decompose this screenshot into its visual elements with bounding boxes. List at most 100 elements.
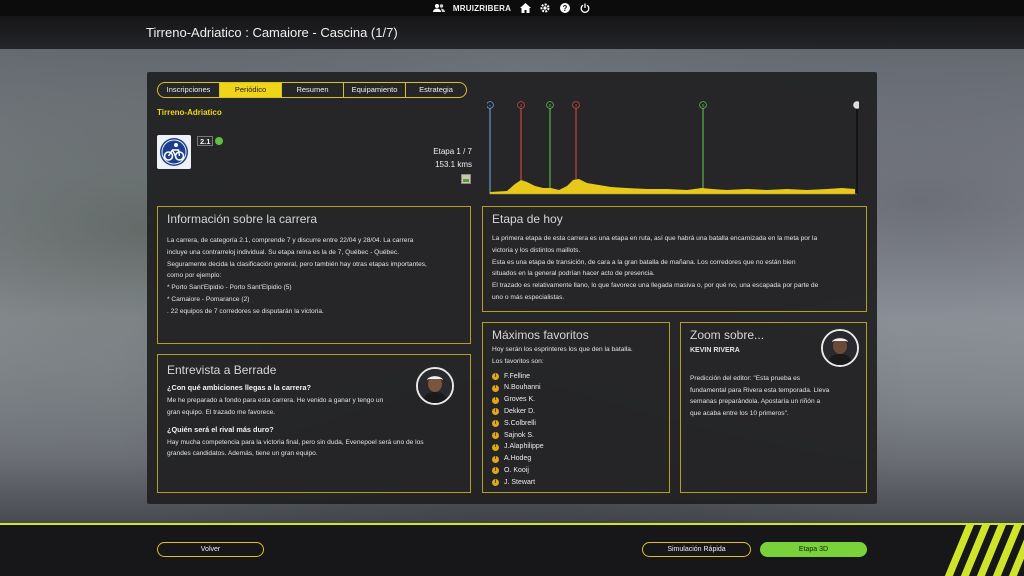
today-stage-line: La primera etapa de esta carrera es una … xyxy=(492,235,818,242)
info-icon[interactable]: i xyxy=(492,432,499,439)
favorite-rider-name: Sajnok S. xyxy=(504,431,534,439)
avatar xyxy=(821,329,859,367)
power-icon[interactable] xyxy=(579,2,591,14)
page-title: Tirreno-Adriatico : Camaiore - Cascina (… xyxy=(146,25,398,40)
favorites-panel: Máximos favoritos Hoy serán los esprinte… xyxy=(482,322,670,493)
favorites-title: Máximos favoritos xyxy=(492,328,589,342)
profile-marker-sprint[interactable]: S xyxy=(546,101,554,194)
interview-answer-line: gran equipo. El trazado me favorece. xyxy=(167,408,276,416)
today-stage-line: situados en la general podrían hacer act… xyxy=(492,270,655,278)
favorite-rider-item[interactable]: i F.Felline xyxy=(492,371,660,383)
top-bar: MRUIZRIBERA ? xyxy=(0,0,1024,16)
zoom-text-line: semanas preparándola. Apostaría un riñón… xyxy=(690,398,821,406)
users-icon[interactable] xyxy=(432,2,445,14)
race-info-panel: Información sobre la carrera La carrera,… xyxy=(157,206,471,344)
category-status-icon xyxy=(215,137,224,145)
tab-inscripciones[interactable]: Inscripciones xyxy=(158,83,220,97)
race-info-line: . 22 equipos de 7 corredores se disputar… xyxy=(167,307,324,315)
interview-question: ¿Quién será el rival más duro? xyxy=(167,424,274,434)
favorite-rider-name: N.Bouhanni xyxy=(504,384,541,392)
favorite-rider-name: J.Alaphilippe xyxy=(504,443,544,451)
favorite-rider-name: O. Kooij xyxy=(504,466,529,474)
info-icon[interactable]: i xyxy=(492,467,499,475)
profile-marker-finish[interactable] xyxy=(853,101,859,194)
favorite-rider-name: F.Felline xyxy=(504,372,531,380)
zoom-text-line: Predicción del editor: "Esta prueba es xyxy=(690,374,801,382)
info-icon[interactable]: i xyxy=(492,420,499,428)
zoom-text-line: fundamental para Rivera esta temporada. … xyxy=(690,386,830,394)
tab-equipamiento[interactable]: Equipamiento xyxy=(344,83,406,97)
tab-bar: Inscripciones Periódico Resumen Equipami… xyxy=(157,82,467,98)
footer-bar: Volver Simulación Rápida Etapa 3D xyxy=(0,523,1024,576)
zoom-text-line: que acaba entre los 10 primeros". xyxy=(690,410,789,418)
favorites-intro-line: Hoy serán los esprinteres los que den la… xyxy=(492,346,633,353)
interview-answer-line: grandes candidatos. Además, tiene un gra… xyxy=(167,450,318,458)
profile-marker-start[interactable]: » xyxy=(487,101,494,194)
stage-distance: 153.1 kms xyxy=(435,160,472,169)
race-info-line: Seguramente decida la clasificación gene… xyxy=(167,260,427,268)
favorite-rider-item[interactable]: i Dekker D. xyxy=(492,406,660,418)
favorite-rider-name: Dekker D. xyxy=(504,407,536,415)
stage-info: Etapa 1 / 7 153.1 kms xyxy=(407,145,472,171)
home-icon[interactable] xyxy=(519,2,531,14)
category-number: 2.1 xyxy=(197,136,214,146)
cycling-logo-icon xyxy=(160,138,188,166)
race-info-line: como por ejemplo: xyxy=(167,272,222,280)
tab-periodico[interactable]: Periódico xyxy=(220,83,282,97)
favorite-rider-item[interactable]: i J.Alaphilippe xyxy=(492,441,660,453)
race-info-line: La carrera, de categoría 2.1, comprende … xyxy=(167,237,414,244)
race-logo xyxy=(157,135,191,169)
tab-resumen[interactable]: Resumen xyxy=(282,83,344,97)
help-icon[interactable]: ? xyxy=(559,2,571,14)
interview-answer-line: Me he preparado a fondo para esta carrer… xyxy=(167,397,384,404)
info-icon[interactable]: i xyxy=(492,479,499,487)
info-icon[interactable]: i xyxy=(492,396,499,404)
avatar xyxy=(416,367,454,405)
race-info-line: * Camaiore - Pomarance (2) xyxy=(167,295,250,303)
stage-3d-button[interactable]: Etapa 3D xyxy=(760,542,867,557)
quick-sim-button[interactable]: Simulación Rápida xyxy=(642,542,751,557)
favorite-rider-name: Groves K. xyxy=(504,396,536,404)
favorites-intro-line: Los favoritos son: xyxy=(492,357,544,365)
favorite-rider-name: S.Colbrelli xyxy=(504,419,536,427)
elevation-profile xyxy=(490,179,855,194)
favorite-rider-item[interactable]: i O. Kooij xyxy=(492,465,660,477)
profile-marker-symbol: S xyxy=(701,103,704,108)
zoom-panel: Zoom sobre... KEVIN RIVERA Predicción de… xyxy=(680,322,867,493)
back-button[interactable]: Volver xyxy=(157,542,264,557)
gear-icon[interactable] xyxy=(539,2,551,14)
favorite-rider-item[interactable]: i A.Hodeg xyxy=(492,453,660,465)
favorite-rider-name: A.Hodeg xyxy=(504,455,532,463)
main-panel: Inscripciones Periódico Resumen Equipami… xyxy=(147,72,877,504)
favorite-rider-name: J. Stewart xyxy=(504,478,536,486)
username[interactable]: MRUIZRIBERA xyxy=(453,4,511,13)
interview-answer-line: Hay mucha competencia para la victoria f… xyxy=(167,438,424,446)
favorite-rider-item[interactable]: i J. Stewart xyxy=(492,477,660,489)
race-info-line: * Porto Sant'Elpidio - Porto Sant'Elpidi… xyxy=(167,284,292,292)
profile-marker-sprint[interactable]: S xyxy=(699,101,707,194)
profile-marker-symbol: S xyxy=(548,103,551,108)
stage-profile-chart: » 3 S 3 S xyxy=(487,101,859,195)
info-icon[interactable]: i xyxy=(492,443,499,451)
favorite-rider-item[interactable]: i S.Colbrelli xyxy=(492,418,660,430)
terrain-flag-icon xyxy=(461,174,471,184)
today-stage-line: uno o más especialistas. xyxy=(492,293,565,301)
info-icon[interactable]: i xyxy=(492,408,499,416)
category-badge: 2.1 xyxy=(197,136,229,146)
race-name: Tirreno-Adriatico xyxy=(157,108,222,117)
today-stage-line: Esta es una etapa de transición, de cara… xyxy=(492,258,796,266)
today-stage-line: El trazado es relativamente llano, lo qu… xyxy=(492,282,819,290)
svg-text:?: ? xyxy=(563,4,568,13)
stage-number: Etapa 1 / 7 xyxy=(433,147,472,156)
favorite-rider-item[interactable]: i Groves K. xyxy=(492,394,660,406)
decorative-stripes xyxy=(944,525,1024,576)
favorite-rider-item[interactable]: i N.Bouhanni xyxy=(492,382,660,394)
tab-estrategia[interactable]: Estrategia xyxy=(406,83,466,97)
info-icon[interactable]: i xyxy=(492,455,499,463)
race-info-title: Información sobre la carrera xyxy=(167,212,318,226)
info-icon[interactable]: i xyxy=(492,373,499,380)
interview-panel: Entrevista a Berrade ¿Con qué ambiciones… xyxy=(157,354,471,493)
favorite-rider-item[interactable]: i Sajnok S. xyxy=(492,430,660,442)
rider-portrait-icon xyxy=(823,331,857,365)
info-icon[interactable]: i xyxy=(492,384,499,392)
